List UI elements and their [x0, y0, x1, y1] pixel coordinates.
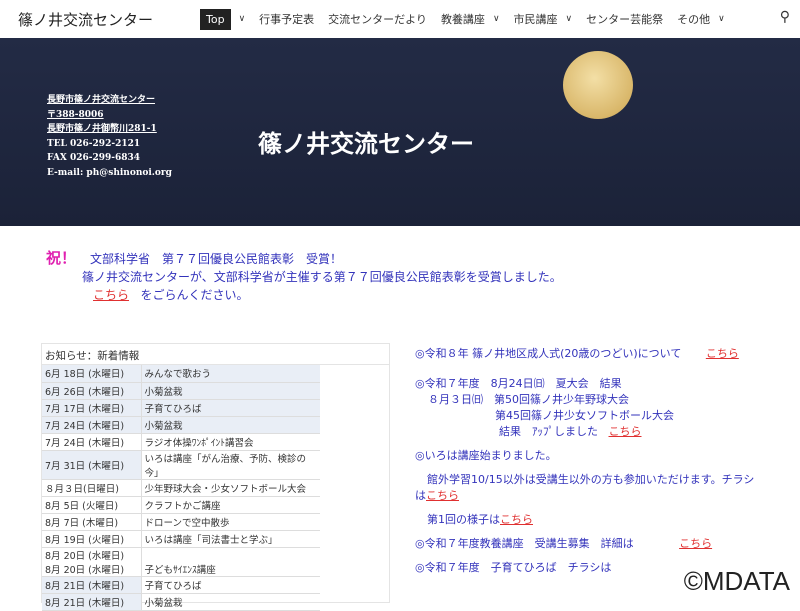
table-row[interactable]: 7月 24日 (木曜日) ラジオ体操ﾜﾝﾎﾟｲﾝﾄ講習会 [42, 433, 320, 451]
news-date: 8月 19日 (火曜日) [42, 530, 142, 548]
notice-softball: 第45回篠ノ井少女ソフトボール大会 [495, 409, 674, 422]
address-block: 長野市篠ノ井交流センター 〒388-8006 長野市篠ノ井御幣川281-1 TE… [47, 93, 172, 180]
news-date-line: 8月 20日 (水曜日) [45, 550, 125, 562]
table-row[interactable]: 8月 20日 (水曜日) 8月 20日 (水曜日) 子どもｻｲｴﾝｽ講座 [42, 547, 320, 577]
nav-item-label: 市民講座 [513, 13, 558, 26]
news-title: お知らせ：新着情報 [42, 344, 389, 365]
news-date: 8月 7日 (木曜日) [42, 513, 142, 531]
news-panel: お知らせ：新着情報 6月 18日 (水曜日) みんなで歌おう 6月 26日 (木曜日… [41, 343, 390, 611]
notice-results: 結果 ｱｯﾌﾟしました [499, 425, 598, 438]
news-event[interactable]: みんなで歌おう [141, 365, 320, 383]
nav-item-label: 教養講座 [440, 13, 485, 26]
celebration-label: 祝！ [46, 249, 77, 267]
news-event[interactable]: 小菊盆栽 [141, 416, 320, 434]
news-event[interactable]: 子育てひろば [141, 576, 320, 594]
announcement-headline: 文部科学省 第７７回優良公民館表彰 受賞！ [90, 252, 343, 266]
notice-iroha-first: 第1回の様子は [427, 513, 500, 526]
news-date: 7月 31日 (木曜日) [42, 450, 142, 480]
table-row[interactable]: 8月 5日 (火曜日) クラフトかご講座 [42, 496, 320, 514]
moon-image [563, 51, 633, 119]
search-icon[interactable]: ⚲ [780, 9, 790, 25]
news-event[interactable]: 子どもｻｲｴﾝｽ講座 [141, 547, 320, 577]
address-fax: FAX 026-299-6834 [47, 153, 141, 163]
news-event[interactable]: 小菊盆栽 [141, 382, 320, 400]
news-date-line: 8月 20日 (水曜日) [45, 564, 125, 576]
notice-baseball: ８月３日㈰ 第50回篠ノ井少年野球大会 [428, 393, 629, 406]
table-row[interactable]: ８月３日(日曜日) 少年野球大会・少女ソフトボール大会 [42, 479, 320, 497]
notice-iroha: ◎いろは講座始まりました。 [415, 449, 557, 462]
news-event[interactable]: 少年野球大会・少女ソフトボール大会 [141, 479, 320, 497]
news-event[interactable]: クラフトかご講座 [141, 496, 320, 514]
announcement-body: 篠ノ井交流センターが、文部科学省が主催する第７７回優良公民館表彰を受賞しました。 [82, 270, 562, 284]
news-event[interactable]: ドローンで空中散歩 [141, 513, 320, 531]
nav-item[interactable]: センター芸能祭 [586, 11, 663, 27]
nav-item[interactable]: Top ∨ [200, 8, 246, 30]
nav-item-label: 行事予定表 [259, 13, 315, 26]
nav-item-label: その他 [677, 13, 711, 26]
nav-item-label: Top [200, 8, 231, 30]
news-event[interactable]: 子育てひろば [141, 399, 320, 417]
news-date: 7月 24日 (木曜日) [42, 416, 142, 434]
news-date: 8月 21日 (木曜日) [42, 576, 142, 594]
hero-banner: 長野市篠ノ井交流センター 〒388-8006 長野市篠ノ井御幣川281-1 TE… [0, 38, 800, 226]
notice-iroha-first-link[interactable]: こちら [500, 513, 533, 526]
table-row[interactable]: 6月 26日 (木曜日) 小菊盆栽 [42, 382, 320, 400]
notice-iroha-detail: 館外学習10/15以外は受講生以外の方も参加いただけます。チラシは [415, 473, 755, 502]
nav-item-label: 交流センターだより [328, 13, 427, 26]
announcement: 祝！ 文部科学省 第７７回優良公民館表彰 受賞！ 篠ノ井交流センターが、文部科学省… [46, 249, 562, 304]
table-row[interactable]: 8月 19日 (火曜日) いろは講座「司法書士と学ぶ」 [42, 530, 320, 548]
news-date: 8月 5日 (火曜日) [42, 496, 142, 514]
news-table: 6月 18日 (水曜日) みんなで歌おう 6月 26日 (木曜日) 小菊盆栽 7月 17… [42, 365, 320, 611]
main-menu: Top ∨ 行事予定表 交流センターだより 教養講座 ∨ 市民講座 ∨ センター芸能祭 その他 ∨ [200, 0, 739, 38]
chevron-down-icon[interactable]: ∨ [718, 14, 725, 24]
nav-item[interactable]: その他 ∨ [677, 11, 725, 27]
news-date: 8月 21日 (木曜日) [42, 593, 142, 611]
table-row[interactable]: 7月 17日 (木曜日) 子育てひろば [42, 399, 320, 417]
chevron-down-icon[interactable]: ∨ [239, 14, 246, 24]
news-date: 6月 26日 (木曜日) [42, 382, 142, 400]
table-row[interactable]: 8月 21日 (木曜日) 子育てひろば [42, 576, 320, 594]
address-tel: TEL 026-292-2121 [47, 138, 141, 149]
chevron-down-icon[interactable]: ∨ [493, 14, 500, 24]
notice-results-link[interactable]: こちら [609, 425, 642, 438]
table-row[interactable]: 8月 7日 (木曜日) ドローンで空中散歩 [42, 513, 320, 531]
watermark: ©MDATA [683, 566, 790, 596]
news-event[interactable]: いろは講座「がん治療、予防、検診の今」 [141, 450, 320, 480]
table-row[interactable]: 7月 24日 (木曜日) 小菊盆栽 [42, 416, 320, 434]
news-date: ８月３日(日曜日) [42, 479, 142, 497]
notice-seijinshiki: ◎令和８年 篠ノ井地区成人式(20歳のつどい)について [415, 347, 682, 360]
nav-item[interactable]: 市民講座 ∨ [514, 11, 573, 27]
nav-item[interactable]: 交流センターだより [328, 11, 427, 27]
news-event[interactable]: 小菊盆栽 [141, 593, 320, 611]
address-zip: 〒388-8006 [47, 109, 104, 120]
news-event[interactable]: いろは講座「司法書士と学ぶ」 [141, 530, 320, 548]
announcement-link[interactable]: こちら [93, 288, 129, 302]
nav-item[interactable]: 行事予定表 [259, 11, 314, 27]
chevron-down-icon[interactable]: ∨ [566, 14, 573, 24]
notice-kyoyo: ◎令和７年度教養講座 受講生募集 詳細は [415, 537, 634, 550]
notice-kyoyo-link[interactable]: こちら [679, 537, 712, 550]
address-name[interactable]: 長野市篠ノ井交流センター [47, 93, 172, 108]
notice-iroha-flyer-link[interactable]: こちら [426, 489, 459, 502]
site-brand[interactable]: 篠ノ井交流センター [18, 9, 153, 30]
news-date: 7月 24日 (木曜日) [42, 433, 142, 451]
news-date: 8月 20日 (水曜日) 8月 20日 (水曜日) [42, 547, 142, 577]
notice-seijinshiki-link[interactable]: こちら [706, 347, 739, 360]
notice-kosodate: ◎令和７年度 子育てひろば チラシは [415, 561, 612, 574]
nav-item[interactable]: 教養講座 ∨ [441, 11, 500, 27]
table-row[interactable]: 8月 21日 (木曜日) 小菊盆栽 [42, 593, 320, 611]
address-street[interactable]: 長野市篠ノ井御幣川281-1 [47, 122, 172, 137]
notice-list: ◎令和８年 篠ノ井地区成人式(20歳のつどい)について こちら ◎令和７年度 8… [415, 346, 755, 584]
table-row[interactable]: 6月 18日 (水曜日) みんなで歌おう [42, 365, 320, 383]
news-date: 7月 17日 (木曜日) [42, 399, 142, 417]
announcement-link-suffix: をごらんください。 [140, 288, 249, 302]
news-date: 6月 18日 (水曜日) [42, 365, 142, 383]
nav-item-label: センター芸能祭 [586, 13, 664, 26]
notice-summer-tournament: ◎令和７年度 8月24日㈰ 夏大会 結果 [415, 377, 622, 390]
top-nav: 篠ノ井交流センター Top ∨ 行事予定表 交流センターだより 教養講座 ∨ 市民講座 ∨ セン… [0, 0, 800, 38]
hero-title: 篠ノ井交流センター [258, 130, 474, 158]
table-row[interactable]: 7月 31日 (木曜日) いろは講座「がん治療、予防、検診の今」 [42, 450, 320, 480]
news-event[interactable]: ラジオ体操ﾜﾝﾎﾟｲﾝﾄ講習会 [141, 433, 320, 451]
address-email: E-mail: ph@shinonoi.org [47, 167, 172, 178]
